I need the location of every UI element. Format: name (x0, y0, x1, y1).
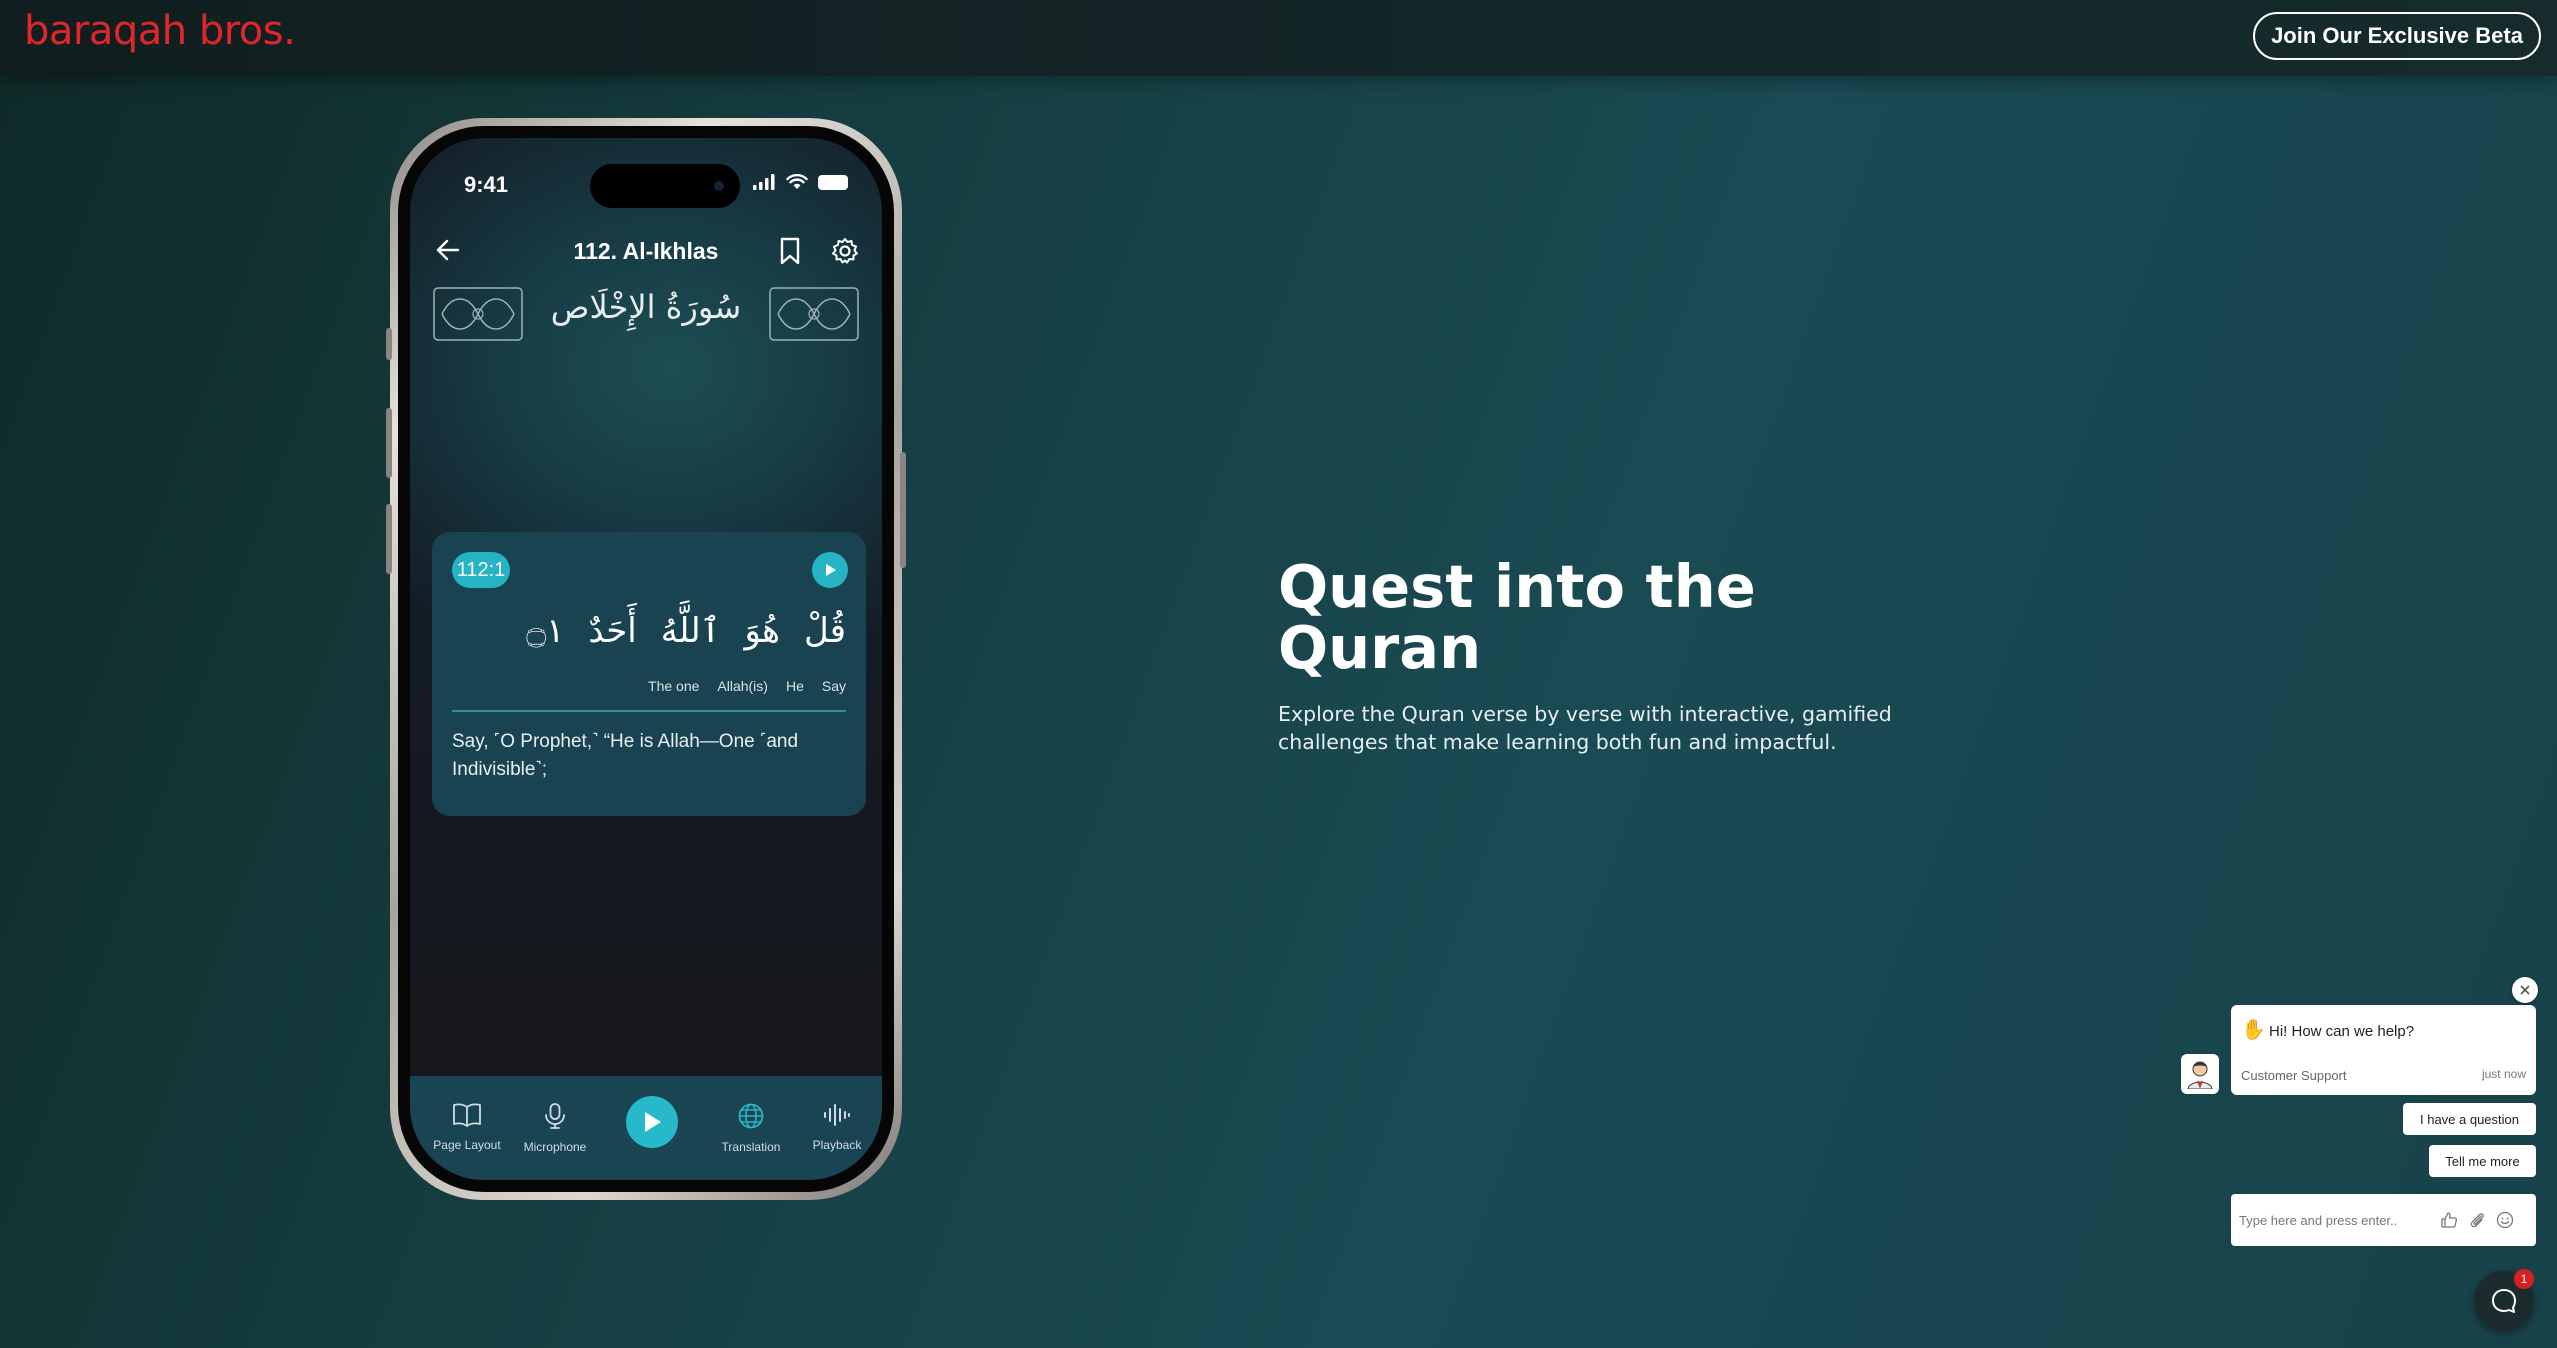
bottom-tab-bar: Page Layout Microphone Translation Playb… (410, 1076, 882, 1180)
status-icons (752, 174, 848, 190)
tab-page-layout[interactable]: Page Layout (422, 1102, 512, 1152)
word-glosses: The one Allah(is) He Say (648, 678, 846, 694)
arabic-word[interactable]: ٱللَّهُ (661, 610, 721, 651)
microphone-icon (545, 1103, 565, 1129)
chat-launcher-button[interactable]: 1 (2474, 1269, 2534, 1331)
verse-arabic-text: قُلْ هُوَ ٱللَّهُ أَحَدٌ ۝١ (526, 610, 846, 652)
emoji-icon[interactable] (2495, 1210, 2515, 1230)
arabic-word[interactable]: هُوَ (744, 611, 780, 651)
chat-input-box (2231, 1194, 2536, 1246)
arabic-word[interactable]: أَحَدٌ (588, 611, 636, 651)
divider (452, 710, 846, 712)
phone-screen: 9:41 112. Al-Ikhlas سُورَةُ الإِخْلَاص 1… (410, 138, 882, 1180)
main-play-button[interactable] (626, 1096, 678, 1148)
verse-translation: Say, ˹O Prophet,˺ “He is Allah—One ˹and … (452, 731, 799, 780)
tab-label: Translation (721, 1140, 781, 1154)
site-header: baraqah bros. Join Our Exclusive Beta (0, 0, 2557, 76)
tab-translation[interactable]: Translation (706, 1102, 796, 1154)
paperclip-icon[interactable] (2467, 1210, 2487, 1230)
chat-message-input[interactable] (2239, 1208, 2429, 1232)
phone-mockup: 9:41 112. Al-Ikhlas سُورَةُ الإِخْلَاص 1… (386, 118, 906, 1200)
agent-avatar (2181, 1054, 2219, 1094)
wifi-icon (786, 174, 808, 189)
wave-icon: ✋ (2241, 1019, 2266, 1041)
unread-badge: 1 (2514, 1269, 2534, 1289)
join-beta-button[interactable]: Join Our Exclusive Beta (2253, 12, 2541, 60)
verse-number-badge: 112:1 (452, 552, 510, 588)
gloss: Allah(is) (717, 678, 768, 694)
tab-microphone[interactable]: Microphone (510, 1102, 600, 1154)
hero-subtitle: Explore the Quran verse by verse with in… (1278, 702, 1892, 754)
dynamic-island (590, 164, 740, 208)
bookmark-icon[interactable] (776, 236, 804, 266)
chat-agent-name: Customer Support (2241, 1068, 2347, 1083)
arabic-word[interactable]: قُلْ (804, 611, 846, 651)
hero-title: Quest into the Quran (1278, 552, 1756, 682)
battery-icon (818, 174, 848, 190)
tab-playback[interactable]: Playback (792, 1102, 882, 1152)
verse-card[interactable]: 112:1 قُلْ هُوَ ٱللَّهُ أَحَدٌ ۝١ The on… (432, 532, 866, 816)
play-icon (645, 1112, 661, 1132)
quick-reply-tell-me-more[interactable]: Tell me more (2429, 1145, 2536, 1177)
thumbs-up-icon[interactable] (2439, 1210, 2459, 1230)
play-icon (826, 564, 836, 576)
tab-label: Page Layout (433, 1138, 501, 1152)
chat-bubble-icon (2492, 1289, 2516, 1313)
globe-icon (738, 1103, 764, 1129)
verse-end-marker: ۝١ (526, 611, 565, 651)
chat-close-button[interactable] (2512, 977, 2538, 1003)
status-time: 9:41 (464, 172, 509, 197)
phone-volume-up (386, 408, 392, 478)
gloss: The one (648, 678, 700, 694)
chat-greeting: Hi! How can we help? (2269, 1023, 2415, 1040)
gloss: Say (821, 678, 846, 694)
signal-icon (753, 174, 775, 190)
phone-action-button (386, 328, 392, 360)
waveform-icon (824, 1104, 850, 1126)
app-nav-bar: 112. Al-Ikhlas (410, 222, 882, 282)
book-icon (453, 1103, 481, 1127)
gear-icon[interactable] (830, 236, 860, 266)
quick-reply-question[interactable]: I have a question (2403, 1103, 2536, 1135)
surah-title: 112. Al-Ikhlas (573, 238, 719, 264)
tab-label: Playback (812, 1138, 862, 1152)
gloss: He (785, 678, 804, 694)
phone-power-button (900, 452, 906, 568)
verse-play-button[interactable] (812, 552, 848, 588)
tab-label: Microphone (523, 1140, 587, 1154)
close-icon (2520, 985, 2530, 995)
agent-avatar-icon (2187, 1061, 2213, 1089)
phone-volume-down (386, 504, 392, 574)
ornament-right-icon (769, 287, 859, 341)
chat-greeting-bubble: ✋ Hi! How can we help? Customer Support … (2231, 1005, 2536, 1095)
chat-timestamp: just now (2481, 1067, 2526, 1081)
logo[interactable]: baraqah bros. (24, 8, 296, 54)
